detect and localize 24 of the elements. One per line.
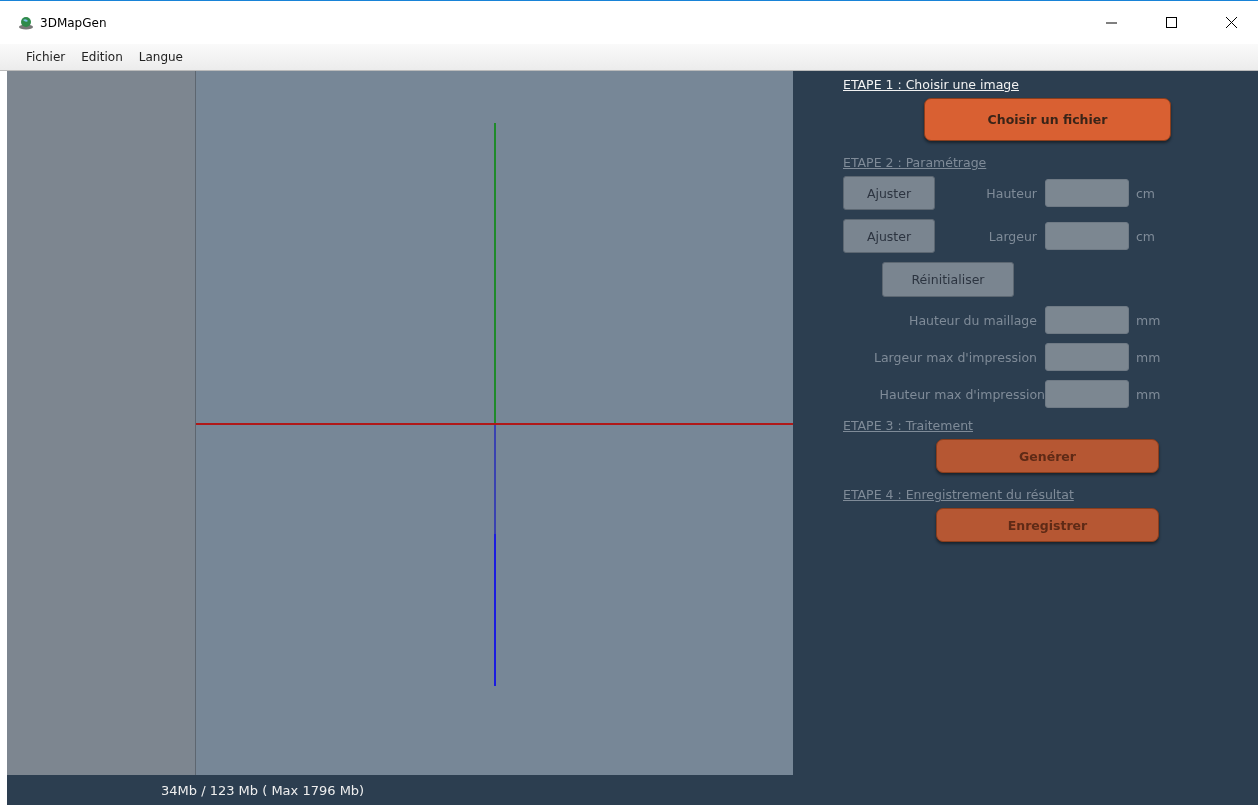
field-label: Hauteur du maillage: [908, 312, 1038, 328]
unit-label: mm: [1135, 349, 1162, 365]
unit-label: cm: [1135, 228, 1157, 244]
menu-item[interactable]: Fichier: [18, 50, 74, 64]
field-label: Hauteur: [985, 185, 1038, 201]
close-icon: [1225, 17, 1237, 28]
menu-item[interactable]: Langue: [130, 50, 191, 64]
field-label: Largeur: [987, 228, 1038, 244]
unit-label: mm: [1135, 386, 1162, 402]
unit-label: mm: [1135, 312, 1162, 328]
step-title: ETAPE 1 : Choisir une image: [843, 77, 1019, 92]
action-button[interactable]: Choisir un fichier: [924, 98, 1171, 141]
step-title: ETAPE 4 : Enregistrement du résultat: [843, 487, 1074, 502]
window-title: 3DMapGen: [40, 15, 108, 30]
field-label: Hauteur max d'impression: [878, 386, 1045, 402]
3d-viewport[interactable]: [196, 71, 793, 775]
step-title: ETAPE 3 : Traitement: [843, 418, 973, 433]
unit-label: cm: [1135, 185, 1157, 201]
memory-status: 34Mb / 123 Mb ( Max 1796 Mb): [161, 782, 365, 798]
field-label: Largeur max d'impression: [873, 349, 1038, 365]
menu-item[interactable]: Edition: [73, 50, 131, 64]
globe-icon: [18, 15, 34, 30]
step-title: ETAPE 2 : Paramétrage: [843, 155, 987, 170]
maximize-icon: [1165, 17, 1177, 28]
